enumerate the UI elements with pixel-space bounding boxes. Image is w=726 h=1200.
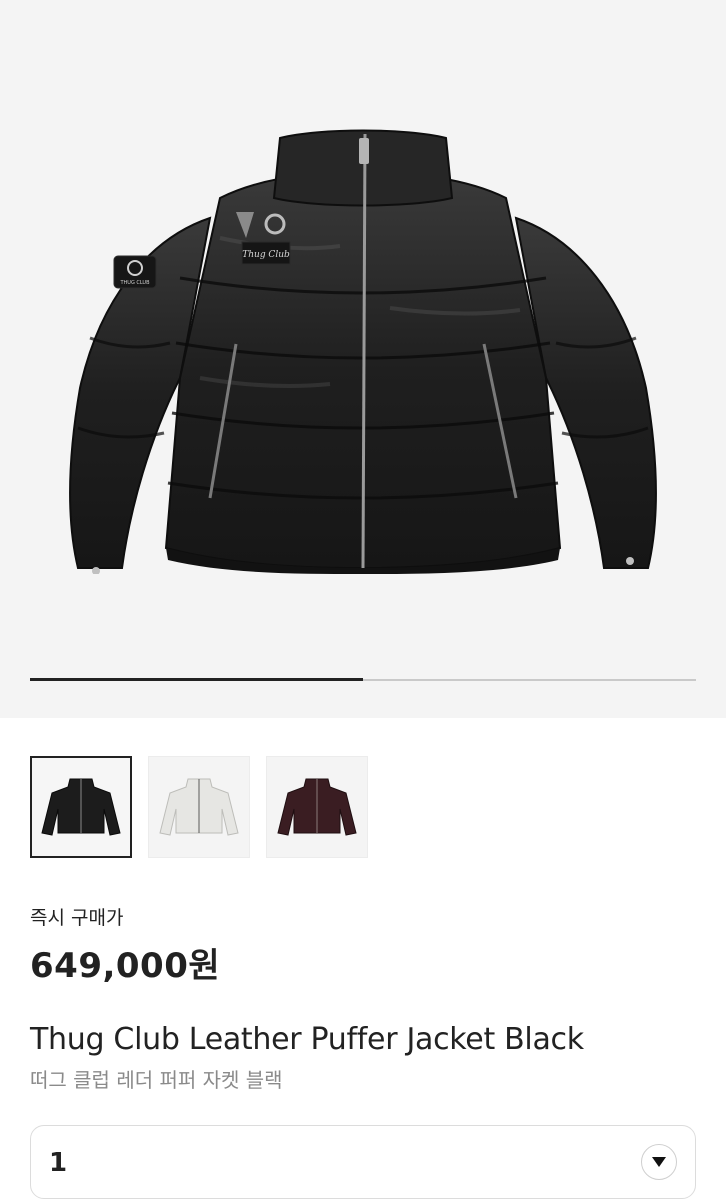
price-value: 649,000원 bbox=[30, 946, 221, 986]
dropdown-button[interactable] bbox=[641, 1144, 677, 1180]
burgundy-jacket-thumbnail bbox=[277, 778, 357, 836]
gallery-progress-indicator bbox=[30, 678, 363, 681]
black-jacket-thumbnail bbox=[41, 778, 121, 836]
product-title-english: Thug Club Leather Puffer Jacket Black bbox=[30, 1022, 584, 1057]
chevron-down-icon bbox=[652, 1157, 666, 1167]
price-label: 즉시 구매가 bbox=[30, 907, 124, 929]
quantity-select[interactable]: 1 bbox=[30, 1125, 696, 1199]
chest-patch-text: Thug Club bbox=[242, 250, 290, 260]
sleeve-patch-text: THUG CLUB bbox=[119, 280, 150, 286]
white-jacket-thumbnail bbox=[159, 778, 239, 836]
thumbnail-black[interactable] bbox=[30, 756, 132, 858]
quantity-value: 1 bbox=[49, 1148, 68, 1178]
product-title-korean: 떠그 클럽 레더 퍼퍼 자켓 블랙 bbox=[30, 1068, 283, 1092]
black-leather-puffer-jacket-image: Thug Club THUG CLUB bbox=[68, 129, 658, 574]
thumbnail-burgundy[interactable] bbox=[266, 756, 368, 858]
thumbnail-list bbox=[30, 756, 368, 858]
gallery-progress-bar bbox=[30, 678, 696, 681]
product-image-gallery[interactable]: Thug Club THUG CLUB bbox=[0, 0, 726, 718]
thumbnail-white[interactable] bbox=[148, 756, 250, 858]
